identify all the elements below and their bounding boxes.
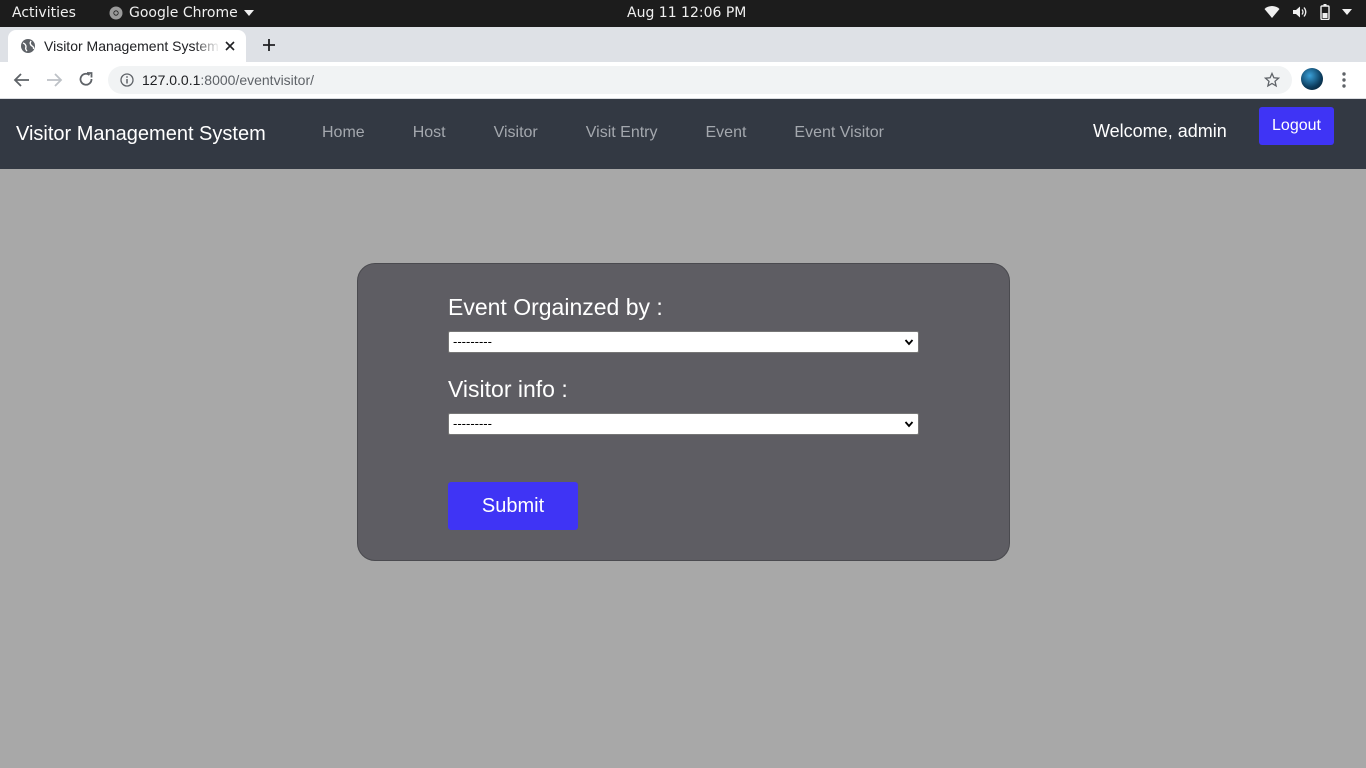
battery-icon (1320, 4, 1330, 20)
app-menu-label: Google Chrome (129, 5, 238, 21)
os-top-bar: Activities Google Chrome Aug 11 12:06 PM (0, 0, 1366, 27)
forward-arrow-icon[interactable] (44, 70, 64, 90)
activities-button[interactable]: Activities (12, 5, 76, 21)
browser-tab[interactable]: Visitor Management System (8, 30, 246, 62)
logout-button[interactable]: Logout (1259, 107, 1334, 145)
tab-title: Visitor Management System (44, 38, 219, 54)
visitor-info-select[interactable]: --------- (448, 413, 919, 435)
visitor-info-selected-value: --------- (453, 416, 492, 431)
globe-icon (21, 39, 35, 53)
event-organizer-select[interactable]: --------- (448, 331, 919, 353)
nav-link-event-visitor[interactable]: Event Visitor (770, 124, 908, 142)
event-organizer-selected-value: --------- (453, 334, 492, 349)
nav-link-event[interactable]: Event (682, 124, 771, 142)
visitor-info-label: Visitor info : (448, 376, 568, 402)
address-bar[interactable]: 127.0.0.1:8000/eventvisitor/ (108, 66, 1292, 94)
close-tab-icon[interactable] (222, 38, 238, 54)
system-tray[interactable] (1264, 4, 1352, 20)
app-menu[interactable]: Google Chrome (109, 5, 254, 21)
chrome-icon (109, 6, 123, 20)
profile-avatar[interactable] (1301, 68, 1323, 90)
nav-link-home[interactable]: Home (298, 124, 389, 142)
nav-link-visit-entry[interactable]: Visit Entry (562, 124, 682, 142)
more-vert-icon[interactable] (1337, 70, 1351, 90)
wifi-icon (1264, 6, 1280, 19)
event-visitor-form-card: Event Orgainzed by : --------- Visitor i… (357, 263, 1010, 561)
chevron-down-icon (904, 421, 914, 428)
reload-icon[interactable] (76, 70, 96, 90)
url-host: 127.0.0.1 (142, 72, 201, 88)
nav-links: Home Host Visitor Visit Entry Event Even… (298, 124, 908, 142)
event-organizer-label: Event Orgainzed by : (448, 294, 663, 320)
welcome-text: Welcome, admin (1093, 121, 1227, 141)
browser-toolbar: 127.0.0.1:8000/eventvisitor/ (0, 62, 1366, 99)
submit-button[interactable]: Submit (448, 482, 578, 530)
new-tab-icon[interactable] (259, 35, 279, 55)
volume-icon (1293, 6, 1307, 18)
nav-link-visitor[interactable]: Visitor (470, 124, 562, 142)
info-icon[interactable] (120, 73, 134, 87)
chevron-down-icon (243, 10, 254, 16)
brand-title[interactable]: Visitor Management System (16, 123, 266, 146)
url-path: :8000/eventvisitor/ (200, 72, 315, 88)
clock[interactable]: Aug 11 12:06 PM (627, 5, 746, 21)
browser-tab-strip: Visitor Management System (0, 27, 1366, 62)
bookmark-star-icon[interactable] (1264, 72, 1280, 88)
nav-link-host[interactable]: Host (389, 124, 470, 142)
back-arrow-icon[interactable] (12, 70, 32, 90)
system-menu-chevron-icon (1342, 9, 1352, 15)
app-navbar: Visitor Management System Home Host Visi… (0, 99, 1366, 169)
chevron-down-icon (904, 339, 914, 346)
